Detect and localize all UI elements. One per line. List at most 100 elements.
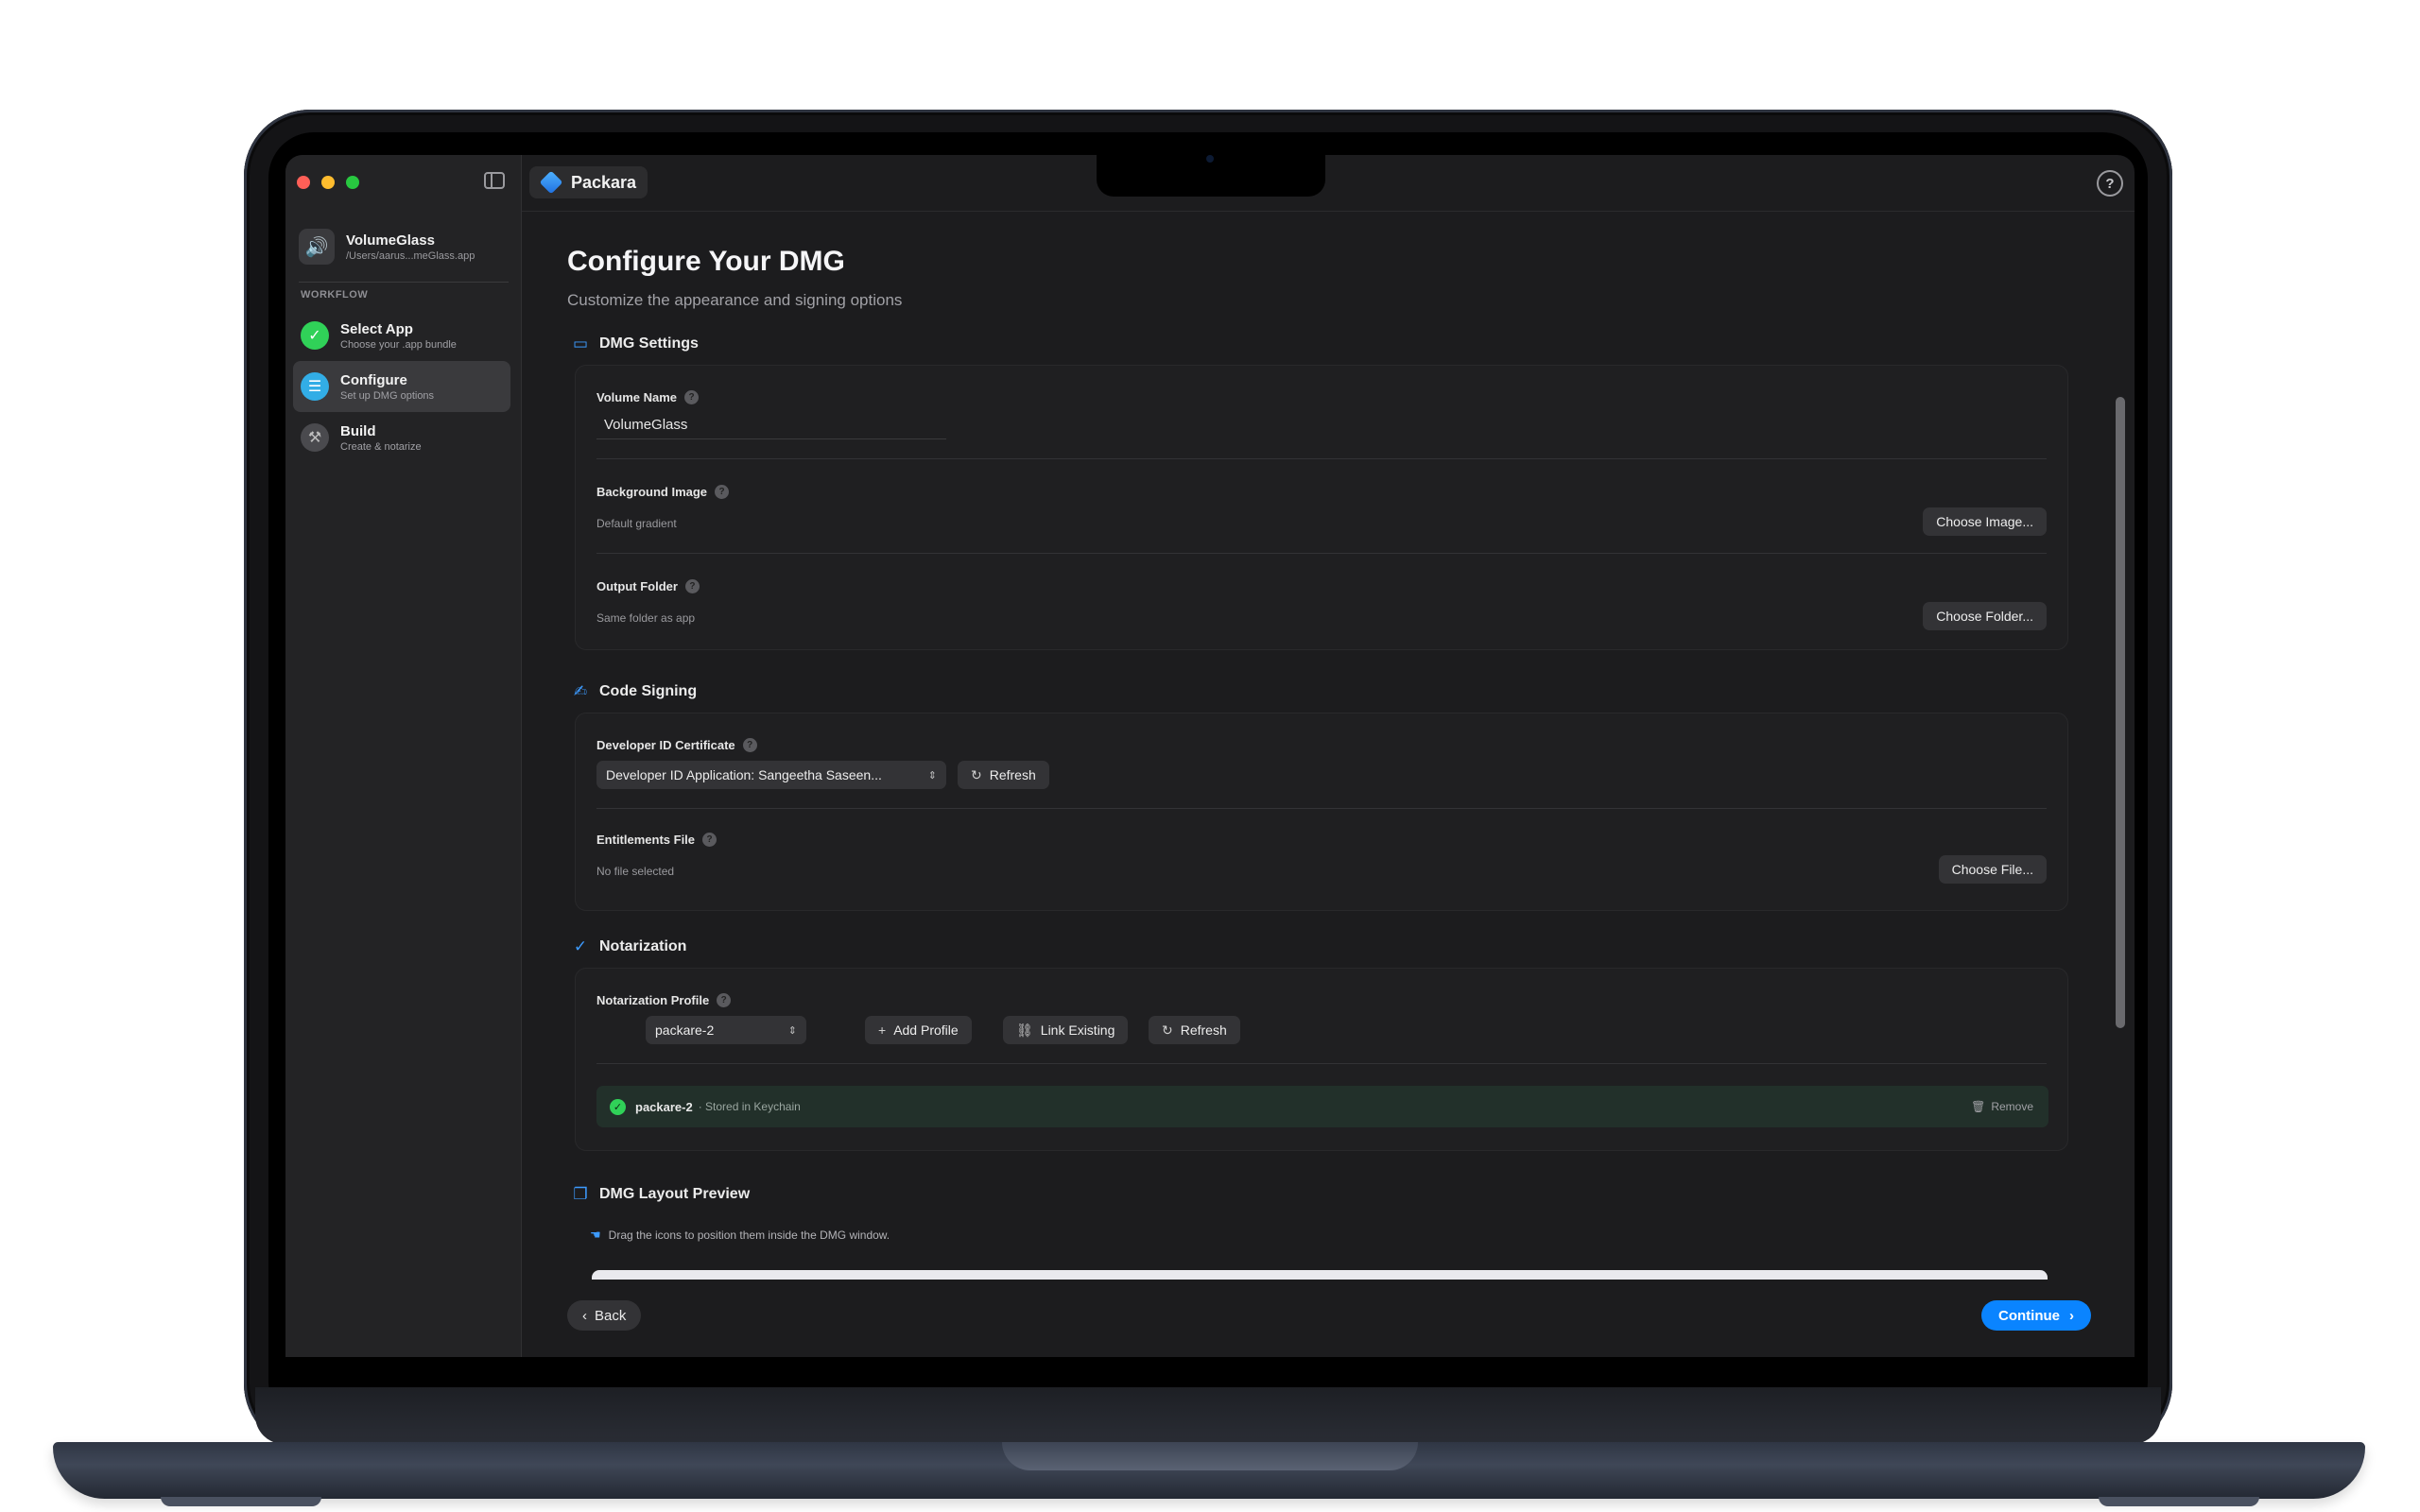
chevron-right-icon: › [2069,1307,2074,1324]
package-icon [539,170,563,195]
info-icon[interactable]: ? [702,833,717,847]
choose-folder-button[interactable]: Choose Folder... [1923,602,2047,630]
keychain-profile-status: · Stored in Keychain [698,1100,801,1113]
step-subtitle: Create & notarize [340,440,422,453]
field-label-text: Entitlements File [596,833,696,847]
selected-app: 🔊 VolumeGlass /Users/aarus...meGlass.app [299,229,475,265]
app-title: Packara [571,172,637,192]
help-icon[interactable]: ? [2097,170,2123,197]
certificate-label: Developer ID Certificate ? [596,738,757,752]
drive-icon: ▭ [572,335,589,352]
notarization-profile-label: Notarization Profile ? [596,993,732,1007]
hint-text: Drag the icons to position them inside t… [608,1228,890,1242]
button-label: Add Profile [893,1022,959,1038]
section-title: Code Signing [599,683,698,699]
signature-icon: ✍ [573,682,588,700]
certificate-refresh-button[interactable]: ↻ Refresh [958,761,1049,789]
step-title: Select App [340,320,413,337]
row-divider [596,808,2047,809]
output-folder-label: Output Folder ? [596,579,700,593]
entitlements-value: No file selected [596,865,675,878]
row-divider [596,458,2047,459]
chevron-updown-icon: ⇕ [927,769,937,782]
dmg-layout-preview-canvas[interactable] [592,1270,2048,1280]
volume-name-label: Volume Name ? [596,390,700,404]
close-window-button[interactable] [297,176,310,189]
plus-icon: + [878,1022,887,1038]
checkmark-icon: ✓ [301,321,329,350]
step-subtitle: Set up DMG options [340,389,435,402]
chevron-updown-icon: ⇕ [787,1024,797,1037]
laptop-foot-right [2099,1497,2259,1506]
page-subtitle: Customize the appearance and signing opt… [567,291,903,309]
list-icon: ☰ [301,372,329,401]
checkmark-icon: ✓ [610,1098,626,1115]
vertical-scrollbar[interactable] [2116,397,2125,1028]
dmg-settings-card: Volume Name ? VolumeGlass Background Ima… [575,365,2068,650]
step-title: Configure [340,371,407,388]
volume-name-input[interactable]: VolumeGlass [596,411,946,439]
selected-app-name: VolumeGlass [346,232,435,249]
button-label: Remove [1991,1100,2033,1113]
keychain-profile-row: ✓ packare-2 · Stored in Keychain 🗑 Remov… [596,1086,2048,1127]
background-image-value: Default gradient [596,517,677,530]
trash-icon: 🗑 [1971,1100,1986,1113]
sidebar-step-select-app[interactable]: ✓ Select App Choose your .app bundle [293,310,510,361]
minimize-window-button[interactable] [321,176,335,189]
row-divider [596,1063,2047,1064]
toolbar: Packara ? [522,155,2135,212]
info-icon[interactable]: ? [715,485,730,499]
refresh-icon: ↻ [1162,1022,1173,1038]
sidebar: 🔊 VolumeGlass /Users/aarus...meGlass.app… [285,155,522,1357]
selected-app-path: /Users/aarus...meGlass.app [346,249,475,262]
field-label-text: Developer ID Certificate [596,738,735,752]
notarization-refresh-button[interactable]: ↻ Refresh [1149,1016,1240,1044]
link-existing-button[interactable]: ⛓ Link Existing [1003,1016,1129,1044]
button-label: Refresh [989,767,1036,782]
windows-icon: ❐ [573,1185,588,1203]
output-folder-value: Same folder as app [596,611,696,625]
layout-preview-hint: ☚ Drag the icons to position them inside… [590,1228,890,1243]
background-image-label: Background Image ? [596,485,730,499]
sidebar-step-build[interactable]: ⚒ Build Create & notarize [293,412,510,463]
button-label: Continue [1998,1307,2060,1324]
continue-button[interactable]: Continue › [1981,1300,2091,1331]
field-label-text: Output Folder [596,579,678,593]
hammer-icon: ⚒ [301,423,329,452]
keychain-profile-name: packare-2 [635,1099,693,1114]
layout-preview-heading: ❐ DMG Layout Preview [571,1185,750,1204]
camera-icon [1206,155,1214,163]
add-profile-button[interactable]: + Add Profile [865,1016,972,1044]
code-signing-heading: ✍ Code Signing [571,682,697,701]
zoom-window-button[interactable] [346,176,359,189]
choose-image-button[interactable]: Choose Image... [1923,507,2047,536]
camera-notch [1097,151,1325,197]
info-icon[interactable]: ? [684,390,700,404]
info-icon[interactable]: ? [717,993,732,1007]
hand-drag-icon: ☚ [590,1228,601,1242]
info-icon[interactable]: ? [742,738,757,752]
refresh-icon: ↻ [971,766,982,782]
certificate-selected-value: Developer ID Application: Sangeetha Sase… [606,767,882,782]
link-icon: ⛓ [1016,1022,1033,1038]
back-button[interactable]: ‹ Back [567,1300,642,1331]
footer-bar: ‹ Back Continue › [522,1280,2135,1355]
notarization-profile-select[interactable]: packare-2 ⇕ [646,1016,806,1044]
field-label-text: Notarization Profile [596,993,710,1007]
choose-file-button[interactable]: Choose File... [1938,855,2047,884]
sidebar-toggle-icon[interactable] [484,172,505,189]
step-title: Build [340,422,376,439]
entitlements-label: Entitlements File ? [596,833,717,847]
notarization-heading: ✓ Notarization [571,937,687,956]
remove-profile-button[interactable]: 🗑 Remove [1971,1100,2033,1113]
section-title: DMG Settings [599,335,699,352]
certificate-select[interactable]: Developer ID Application: Sangeetha Sase… [596,761,946,789]
sidebar-step-configure[interactable]: ☰ Configure Set up DMG options [293,361,510,412]
notarization-card: Notarization Profile ? packare-2 ⇕ + Add… [575,968,2068,1151]
step-subtitle: Choose your .app bundle [340,338,457,351]
app-brand: Packara [529,166,648,198]
laptop-foot-left [161,1497,321,1506]
info-icon[interactable]: ? [684,579,700,593]
button-label: Refresh [1180,1022,1227,1038]
app-window: 🔊 VolumeGlass /Users/aarus...meGlass.app… [285,155,2135,1357]
